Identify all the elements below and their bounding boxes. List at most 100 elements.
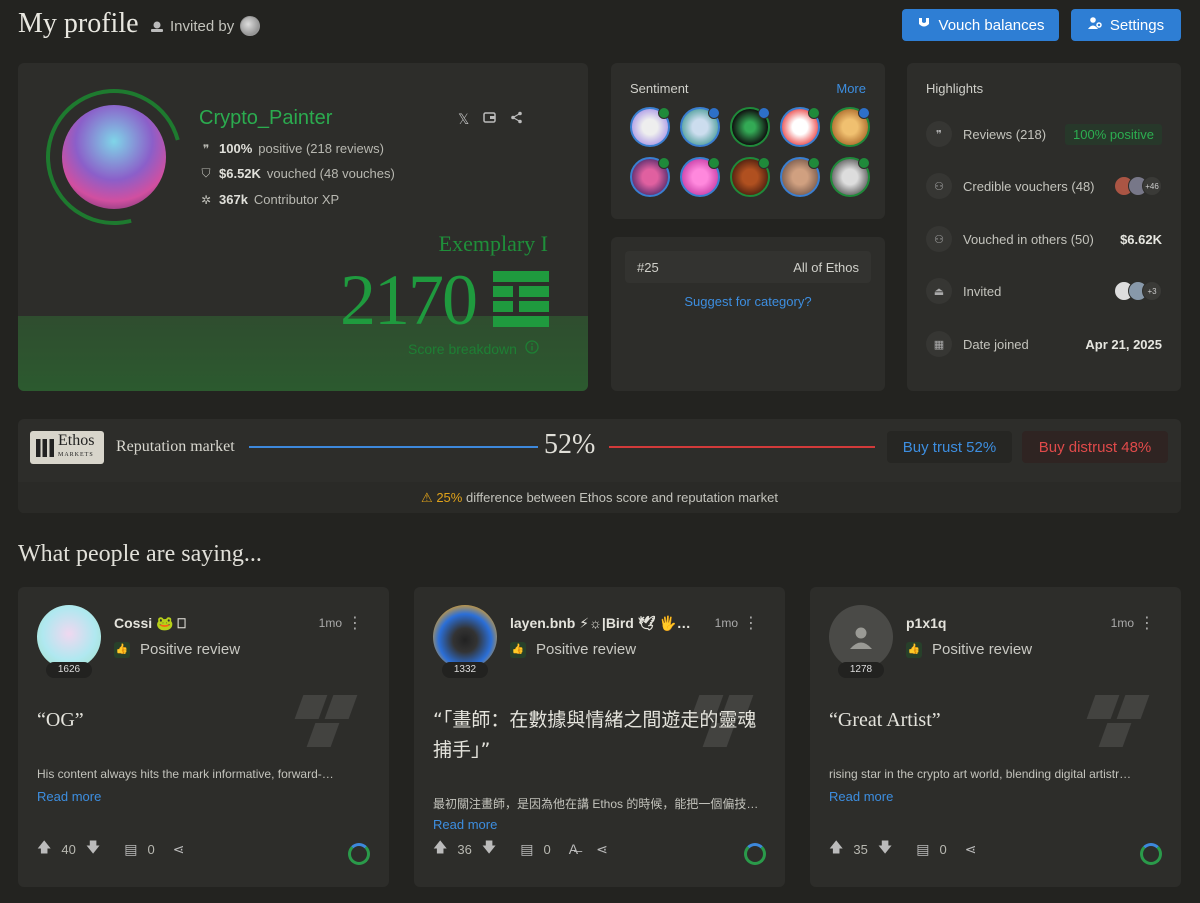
reviews-stat: ❞ 100% positive (218 reviews) <box>199 141 384 156</box>
review-type: 👍 Positive review <box>510 641 636 658</box>
sentiment-avatar[interactable] <box>630 157 670 197</box>
sentiment-avatar[interactable] <box>830 107 870 147</box>
share-icon[interactable]: ⋖ <box>965 841 977 858</box>
settings-button[interactable]: Settings <box>1071 9 1181 41</box>
review-actions: 🡅 36 🡇 ▤ 0 A̶ ⋖ <box>433 837 608 861</box>
sentiment-avatar[interactable] <box>680 157 720 197</box>
review-quote: “Great Artist” <box>829 709 941 731</box>
ethos-score: 2170 <box>340 260 478 340</box>
vouch-balances-button[interactable]: Vouch balances <box>902 9 1059 41</box>
share-icon[interactable]: ⋖ <box>596 841 608 858</box>
comment-icon[interactable]: ▤ <box>520 841 533 858</box>
upvote-icon[interactable]: 🡅 <box>829 837 843 861</box>
x-icon[interactable]: 𝕏 <box>458 111 469 128</box>
sentiment-avatar[interactable] <box>680 107 720 147</box>
rank-row[interactable]: #25 All of Ethos <box>625 251 871 283</box>
highlight-credible-vouchers[interactable]: ⚇ Credible vouchers (48) +46 <box>926 171 1162 201</box>
highlight-invited[interactable]: ⏏ Invited +3 <box>926 276 1162 306</box>
comment-count: 0 <box>543 841 551 857</box>
downvote-icon[interactable]: 🡇 <box>86 837 100 861</box>
market-percent: 52% <box>544 429 596 460</box>
market-difference: ⚠ 25% difference between Ethos score and… <box>18 482 1181 513</box>
xp-text: Contributor XP <box>253 192 340 207</box>
sentiment-avatar[interactable] <box>780 107 820 147</box>
review-type-label: Positive review <box>140 641 241 658</box>
share-icon[interactable] <box>510 111 523 128</box>
highlight-reviews[interactable]: ❞ Reviews (218) 100% positive <box>926 119 1162 149</box>
review-type: 👍 Positive review <box>906 641 1032 658</box>
buy-distrust-button[interactable]: Buy distrust 48% <box>1022 431 1168 463</box>
reviewer-name[interactable]: Cossi 🐸 ⎕ <box>114 615 186 632</box>
review-card[interactable]: 1278 p1x1q 1mo ⋮ 👍 Positive review “Grea… <box>810 587 1181 887</box>
difference-text: difference between Ethos score and reput… <box>465 490 778 505</box>
invited-by[interactable]: Invited by <box>150 16 261 36</box>
review-time: 1mo <box>318 616 342 630</box>
review-actions: 🡅 35 🡇 ▤ 0 ⋖ <box>829 837 976 861</box>
score-ring-icon[interactable] <box>1140 843 1162 865</box>
profile-actions: 𝕏 <box>458 111 523 128</box>
sentiment-avatar[interactable] <box>730 107 770 147</box>
more-options-icon[interactable]: ⋮ <box>347 613 363 633</box>
score-breakdown-link[interactable]: Score breakdown <box>408 340 539 357</box>
sentiment-card: Sentiment More <box>611 63 885 219</box>
highlights-card: Highlights ❞ Reviews (218) 100% positive… <box>907 63 1181 391</box>
review-quote-icon: ❞ <box>926 121 952 147</box>
inviter-avatar[interactable] <box>240 16 261 36</box>
review-card[interactable]: 1626 Cossi 🐸 ⎕ 1mo ⋮ 👍 Positive review “… <box>18 587 389 887</box>
xp-amount: 367k <box>219 192 248 207</box>
downvote-icon[interactable]: 🡇 <box>482 837 496 861</box>
sentiment-avatar[interactable] <box>830 157 870 197</box>
review-actions: 🡅 40 🡇 ▤ 0 ⋖ <box>37 837 184 861</box>
calendar-icon: ▦ <box>926 331 952 357</box>
highlight-joined-value: Apr 21, 2025 <box>1085 336 1162 352</box>
upvote-count: 36 <box>457 841 472 857</box>
review-time: 1mo <box>1110 616 1134 630</box>
highlight-joined-label: Date joined <box>963 336 1029 352</box>
read-more-link[interactable]: Read more <box>433 817 497 832</box>
score-ring-icon[interactable] <box>744 843 766 865</box>
reviewer-name[interactable]: p1x1q <box>906 615 946 631</box>
highlight-vouched-others[interactable]: ⚇ Vouched in others (50) $6.62K <box>926 224 1162 254</box>
review-body: 最初關注畫師，是因為他在講 Ethos 的時候，能把一個偏技… <box>433 797 759 811</box>
review-quote: “OG” <box>37 709 84 731</box>
translate-icon[interactable]: A̶ <box>569 841 578 857</box>
reviewer-avatar[interactable] <box>829 605 893 669</box>
comment-icon[interactable]: ▤ <box>916 841 929 858</box>
more-options-icon[interactable]: ⋮ <box>1139 613 1155 633</box>
sentiment-title: Sentiment <box>630 81 689 96</box>
distrust-line <box>609 446 875 448</box>
sentiment-avatar[interactable] <box>730 157 770 197</box>
review-card[interactable]: 1332 layen.bnb ⚡☼|Bird 🕊 🖐… 1mo ⋮ 👍 Posi… <box>414 587 785 887</box>
reviewer-score: 1332 <box>442 662 488 678</box>
sentiment-avatar[interactable] <box>630 107 670 147</box>
score-ring-icon[interactable] <box>348 843 370 865</box>
review-body: rising star in the crypto art world, ble… <box>829 767 1132 781</box>
profile-avatar[interactable] <box>62 105 166 209</box>
positive-badge: 100% positive <box>1065 123 1162 145</box>
upvote-count: 35 <box>853 841 868 857</box>
comment-icon[interactable]: ▤ <box>124 841 137 858</box>
upvote-icon[interactable]: 🡅 <box>37 837 51 861</box>
read-more-link[interactable]: Read more <box>829 789 893 804</box>
difference-pct: 25% <box>436 490 463 505</box>
suggest-category-link[interactable]: Suggest for category? <box>611 294 885 309</box>
reviewer-avatar[interactable] <box>433 605 497 669</box>
ethos-markets-logo[interactable]: Ethos MARKETS <box>30 431 104 464</box>
reviews-text: positive (218 reviews) <box>258 141 384 156</box>
reviewer-name[interactable]: layen.bnb ⚡☼|Bird 🕊 🖐… <box>510 615 691 632</box>
share-icon[interactable]: ⋖ <box>173 841 185 858</box>
wallet-icon[interactable] <box>483 111 497 128</box>
more-options-icon[interactable]: ⋮ <box>743 613 759 633</box>
ethos-logo-text: Ethos <box>58 431 95 449</box>
sentiment-more-link[interactable]: More <box>836 81 866 96</box>
buy-trust-button[interactable]: Buy trust 52% <box>887 431 1012 463</box>
downvote-icon[interactable]: 🡇 <box>878 837 892 861</box>
highlights-title: Highlights <box>926 81 984 96</box>
sentiment-avatar[interactable] <box>780 157 820 197</box>
profile-card: Crypto_Painter 𝕏 ❞ 100% positive (218 re… <box>18 63 588 391</box>
read-more-link[interactable]: Read more <box>37 789 101 804</box>
highlight-reviews-label: Reviews (218) <box>963 126 1047 142</box>
voucher-more-count: +46 <box>1142 176 1162 196</box>
upvote-icon[interactable]: 🡅 <box>433 837 447 861</box>
reviewer-avatar[interactable] <box>37 605 101 669</box>
